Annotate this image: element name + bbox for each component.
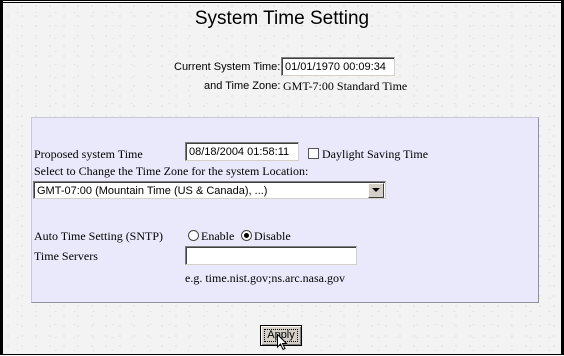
sntp-disable-radio[interactable] bbox=[241, 230, 252, 241]
timezone-select-value: GMT-07:00 (Mountain Time (US & Canada), … bbox=[37, 185, 268, 197]
sntp-enable-radio[interactable] bbox=[188, 230, 199, 241]
sntp-enable-label: Enable bbox=[201, 229, 235, 243]
timezone-value: GMT-7:00 Standard Time bbox=[283, 79, 408, 93]
timezone-select[interactable]: GMT-07:00 (Mountain Time (US & Canada), … bbox=[33, 181, 386, 199]
time-servers-hint: e.g. time.nist.gov;ns.arc.nasa.gov bbox=[185, 271, 345, 285]
chevron-down-icon[interactable] bbox=[368, 183, 384, 198]
time-servers-input[interactable] bbox=[185, 246, 357, 265]
sntp-label: Auto Time Setting (SNTP) bbox=[34, 229, 164, 243]
settings-page-frame: System Time Setting Current System Time:… bbox=[0, 0, 564, 355]
zone-select-label: Select to Change the Time Zone for the s… bbox=[34, 164, 309, 178]
page-title: System Time Setting bbox=[194, 8, 370, 29]
proposed-time-label: Proposed system Time bbox=[34, 147, 143, 161]
current-time-label: Current System Time: bbox=[174, 61, 281, 73]
dst-checkbox[interactable] bbox=[308, 148, 319, 159]
current-time-field: 01/01/1970 00:09:34 bbox=[281, 57, 395, 76]
left-border bbox=[1, 1, 3, 354]
timezone-label: and Time Zone: bbox=[204, 80, 281, 92]
sntp-disable-label: Disable bbox=[254, 229, 291, 243]
settings-panel: Proposed system Time 08/18/2004 01:58:11… bbox=[31, 117, 539, 303]
mouse-pointer-icon bbox=[277, 333, 288, 356]
proposed-time-input[interactable]: 08/18/2004 01:58:11 bbox=[185, 142, 299, 161]
dst-label: Daylight Saving Time bbox=[322, 147, 429, 161]
time-servers-label: Time Servers bbox=[34, 249, 98, 263]
right-border bbox=[561, 1, 563, 354]
top-border bbox=[1, 2, 563, 3]
